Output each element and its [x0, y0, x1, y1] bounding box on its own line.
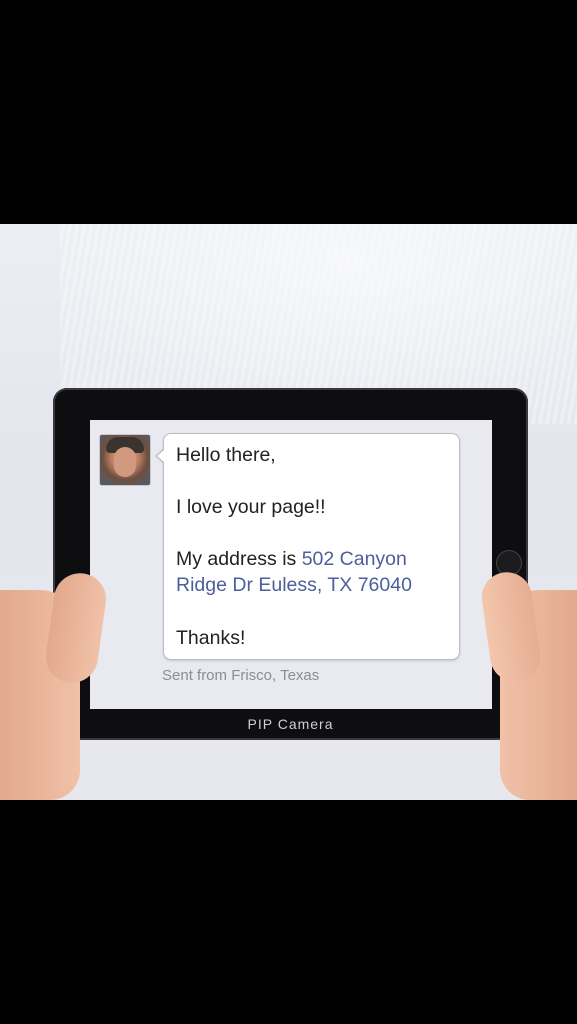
message-line-3: My address is 502 Canyon [176, 548, 407, 571]
avatar-face [114, 447, 136, 477]
message-line-2: I love your page!! [176, 496, 326, 518]
address-link-part2[interactable]: Ridge Dr Euless, TX 76040 [176, 574, 412, 597]
avatar[interactable] [99, 434, 151, 486]
tablet-screen: Hello there, I love your page!! My addre… [90, 420, 492, 709]
message-greeting: Hello there, [176, 444, 276, 466]
bubble-tail-inner [157, 449, 165, 463]
message-closing: Thanks! [176, 627, 246, 649]
message-bubble: Hello there, I love your page!! My addre… [163, 433, 460, 660]
message-address-prefix: My address is [176, 548, 302, 570]
address-link-part1[interactable]: 502 Canyon [302, 548, 407, 570]
sent-from-location: Sent from Frisco, Texas [162, 667, 320, 684]
device-brand-label: PIP Camera [247, 716, 334, 732]
